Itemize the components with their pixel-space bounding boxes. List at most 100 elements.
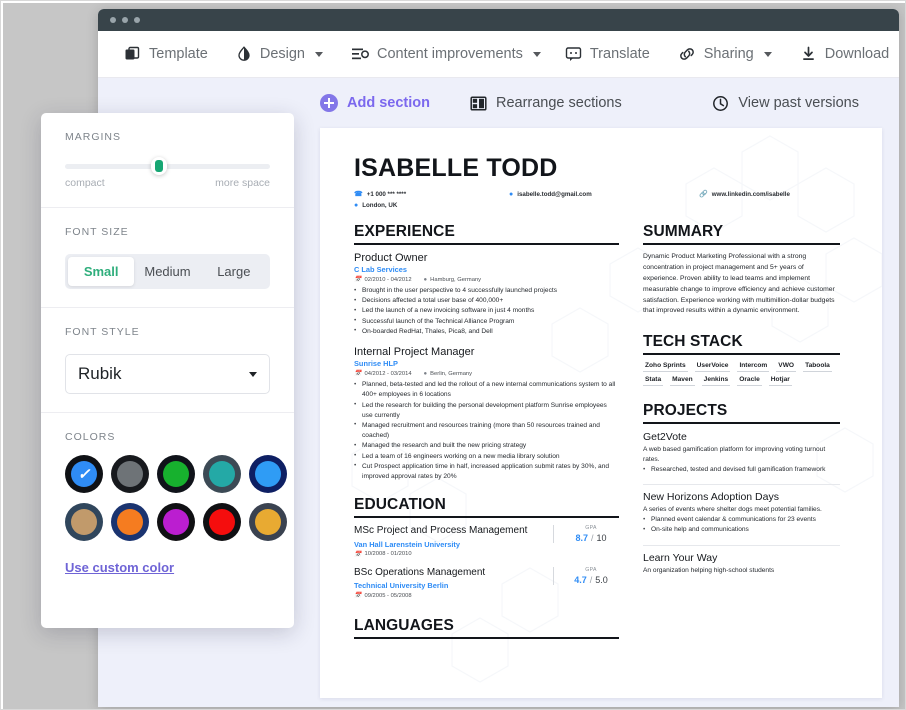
font-size-option-small[interactable]: Small: [68, 257, 135, 286]
color-swatch-fill: [255, 461, 281, 487]
content-list-icon: [351, 46, 369, 62]
job-organization: C Lab Services: [354, 265, 407, 274]
view-past-versions-button[interactable]: View past versions: [712, 95, 859, 112]
design-contrast-icon: [236, 46, 252, 62]
rearrange-sections-button[interactable]: Rearrange sections: [470, 95, 622, 112]
education-gpa: GPA 8.7/10: [553, 525, 619, 544]
margins-slider-knob[interactable]: [151, 157, 168, 175]
toolbar-content-improvements-button[interactable]: Content improvements: [339, 39, 553, 69]
tech-chip: Taboola: [803, 362, 832, 373]
gpa-value: 8.7: [575, 533, 588, 544]
job-bullet: Decisions affected a total user base of …: [354, 296, 619, 306]
window-close-dot[interactable]: [110, 17, 116, 23]
resume-page[interactable]: ISABELLE TODD ☎ +1 000 *** **** ● isabel…: [320, 128, 882, 698]
job-dates: 02/2010 - 04/2012: [364, 276, 412, 283]
contact-phone-text: +1 000 *** ****: [366, 191, 407, 198]
font-size-block: FONT SIZE Small Medium Large: [41, 207, 294, 307]
color-swatch-2[interactable]: [157, 455, 195, 493]
font-size-option-large[interactable]: Large: [201, 257, 267, 286]
add-section-button[interactable]: Add section: [320, 94, 430, 112]
job-bullet: Planned, beta-tested and led the rollout…: [354, 380, 619, 400]
chevron-down-icon: [763, 51, 772, 57]
gpa-value: 4.7: [574, 574, 587, 585]
color-swatch-9[interactable]: [249, 503, 287, 541]
color-swatch-8[interactable]: [203, 503, 241, 541]
color-swatch-0[interactable]: ✓: [65, 455, 103, 493]
resume-contact-list: ☎ +1 000 *** **** ● isabelle.todd@gmail.…: [354, 191, 852, 209]
font-size-option-medium[interactable]: Medium: [134, 257, 200, 286]
education-item[interactable]: MSc Project and Process Management Van H…: [354, 525, 619, 558]
project-title: New Horizons Adoption Days: [643, 491, 779, 504]
window-minimize-dot[interactable]: [122, 17, 128, 23]
summary-text: Dynamic Product Marketing Professional w…: [643, 253, 835, 315]
toolbar-design-button[interactable]: Design: [224, 39, 335, 69]
gpa-scale: 10: [596, 533, 607, 544]
education-degree: MSc Project and Process Management: [354, 525, 528, 537]
color-swatch-6[interactable]: [111, 503, 149, 541]
chevron-down-icon: [249, 371, 257, 377]
contact-linkedin-text: www.linkedin.com/isabelle: [711, 191, 790, 198]
toolbar-download-button[interactable]: Download: [788, 39, 899, 69]
job-bullets: Brought in the user perspective to 4 suc…: [354, 285, 619, 337]
font-style-select[interactable]: Rubik: [65, 354, 270, 394]
color-swatch-5[interactable]: [65, 503, 103, 541]
window-maximize-dot[interactable]: [134, 17, 140, 23]
plus-circle-icon: [320, 94, 338, 112]
font-size-label: FONT SIZE: [65, 226, 129, 238]
project-item[interactable]: New Horizons Adoption Days A series of e…: [643, 484, 840, 535]
resume-left-column: EXPERIENCE Product Owner C Lab Services …: [354, 223, 619, 646]
margins-slider[interactable]: [65, 157, 270, 175]
font-style-label: FONT STYLE: [65, 326, 140, 338]
project-description: An organization helping high-school stud…: [643, 566, 775, 574]
project-item[interactable]: Get2Vote A web based gamification platfo…: [643, 431, 840, 475]
color-swatch-1[interactable]: [111, 455, 149, 493]
job-location: Berlin, Germany: [430, 370, 473, 377]
job-bullet: Cut Prospect application time in half, i…: [354, 461, 619, 482]
tech-chip: VWO: [776, 362, 797, 373]
resume-name: ISABELLE TODD: [354, 154, 558, 182]
translate-icon: [565, 46, 582, 62]
gpa-separator: /: [590, 533, 594, 544]
rearrange-grid-icon: [470, 95, 487, 112]
project-item[interactable]: Learn Your Way An organization helping h…: [643, 544, 840, 576]
education-item[interactable]: BSc Operations Management Technical Univ…: [354, 566, 619, 600]
gpa-value-row: 8.7/10: [563, 533, 619, 543]
job-bullet: Brought in the user perspective to 4 suc…: [354, 285, 619, 296]
section-heading-languages: LANGUAGES: [354, 617, 619, 640]
toolbar-content-improvements-label: Content improvements: [376, 46, 523, 62]
contact-linkedin: 🔗 www.linkedin.com/isabelle: [699, 191, 790, 198]
add-section-label: Add section: [347, 95, 430, 111]
download-icon: [800, 46, 817, 62]
job-dates: 04/2012 - 03/2014: [364, 370, 412, 377]
toolbar-translate-button[interactable]: Translate: [553, 39, 662, 69]
color-swatch-7[interactable]: [157, 503, 195, 541]
tech-chip: Stata: [643, 376, 664, 387]
chevron-down-icon: [314, 51, 323, 57]
job-title: Product Owner: [354, 252, 428, 264]
project-bullets: Researched, tested and devised full gami…: [643, 465, 840, 475]
section-heading-projects: PROJECTS: [643, 402, 840, 425]
education-main: BSc Operations Management Technical Univ…: [354, 567, 553, 600]
toolbar-sharing-button[interactable]: Sharing: [666, 39, 784, 69]
location-icon: ●: [423, 276, 428, 283]
resume-content: ISABELLE TODD ☎ +1 000 *** **** ● isabel…: [354, 154, 852, 646]
color-swatch-4[interactable]: [249, 455, 287, 493]
contact-email: ● isabelle.todd@gmail.com: [509, 191, 699, 198]
color-swatch-fill: [163, 509, 189, 535]
contact-email-text: isabelle.todd@gmail.com: [517, 191, 592, 198]
resume-right-column: SUMMARY Dynamic Product Marketing Profes…: [643, 223, 840, 646]
experience-item[interactable]: Internal Project Manager Sunrise HLP 📅 04…: [354, 346, 619, 482]
gpa-label: GPA: [585, 566, 597, 573]
job-bullet: Managed the research and built the new p…: [354, 441, 619, 451]
toolbar-template-button[interactable]: Template: [112, 39, 220, 69]
project-bullet: Researched, tested and devised full gami…: [643, 465, 840, 475]
experience-item[interactable]: Product Owner C Lab Services 📅 02/2010 - …: [354, 252, 619, 337]
section-heading-education: EDUCATION: [354, 496, 619, 519]
section-heading-summary: SUMMARY: [643, 223, 840, 245]
gpa-value-row: 4.7/5.0: [563, 575, 619, 585]
main-toolbar: Template Design Content improvements Tra…: [98, 31, 899, 78]
calendar-icon: 📅: [354, 277, 362, 283]
use-custom-color-link[interactable]: Use custom color: [65, 560, 174, 575]
contact-location-text: London, UK: [362, 202, 398, 209]
color-swatch-3[interactable]: [203, 455, 241, 493]
